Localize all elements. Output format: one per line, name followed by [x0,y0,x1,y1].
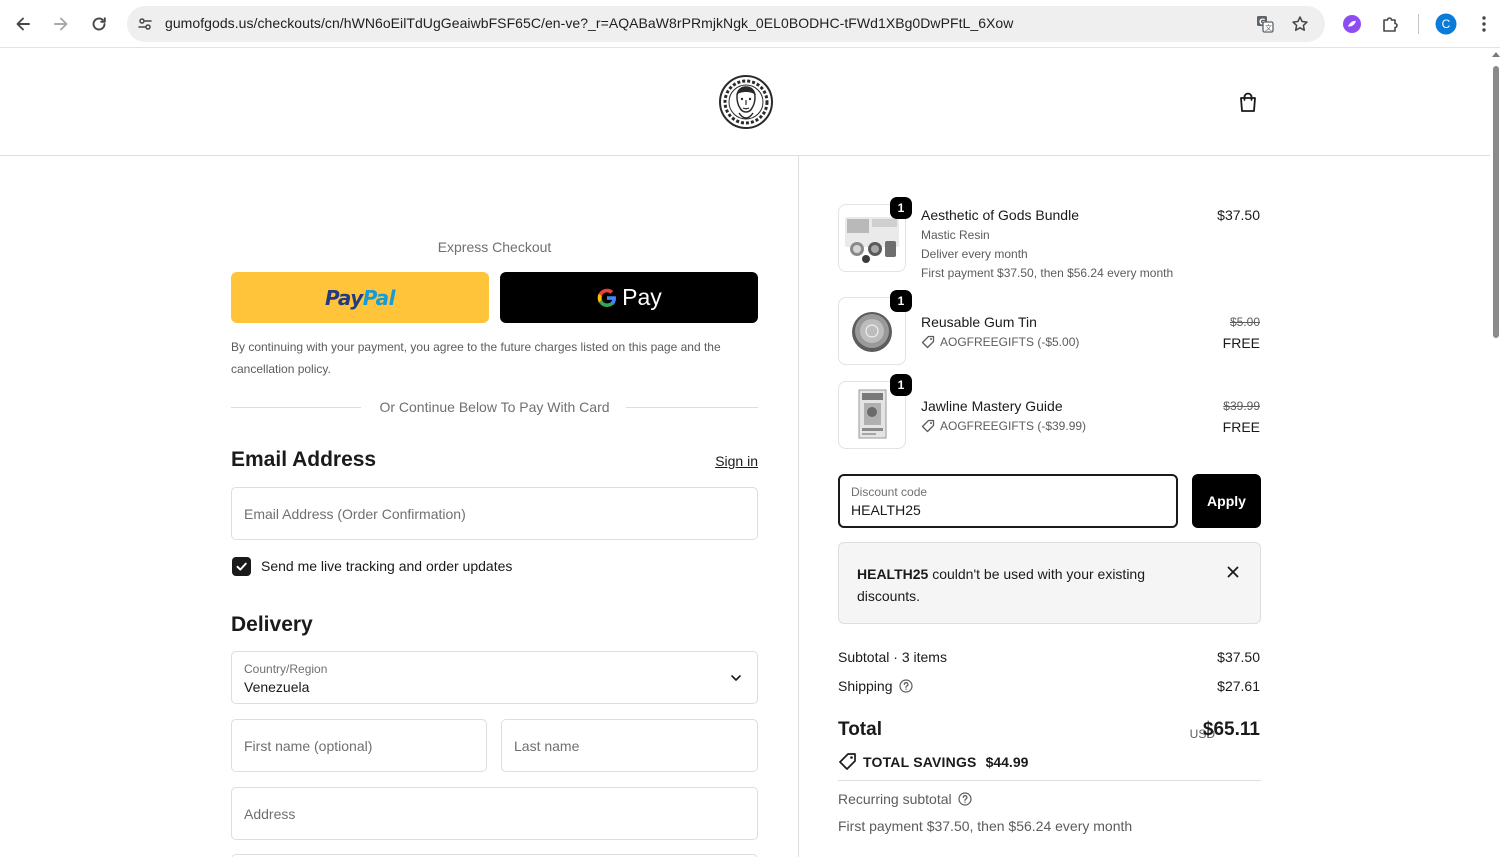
apply-discount-button[interactable]: Apply [1192,474,1261,528]
shipping-value: $27.61 [1217,678,1260,694]
address-field-wrapper [231,787,758,840]
puzzle-icon[interactable] [1378,12,1402,36]
divider-text: Or Continue Below To Pay With Card [379,399,610,415]
item-discount-code: AOGFREEGIFTS (-$39.99) [940,419,1087,433]
recurring-subtotal-note: First payment $37.50, then $56.24 every … [838,818,1133,834]
shop-header [0,48,1490,156]
tag-icon [921,419,935,433]
reload-icon[interactable] [87,12,111,36]
express-checkout-title: Express Checkout [437,239,552,255]
email-section-heading: Email Address [231,448,377,471]
tracking-updates-checkbox[interactable] [232,557,251,576]
toolbar-separator [1418,14,1419,34]
translate-icon[interactable]: G文 [1253,12,1277,36]
bookmark-star-icon[interactable] [1288,12,1312,36]
back-arrow-icon[interactable] [11,12,35,36]
item-variant: Mastic Resin [921,228,990,242]
item-price: FREE [1222,419,1260,435]
tag-icon [839,753,856,770]
first-name-field-wrapper [231,719,487,772]
last-name-field-wrapper [501,719,758,772]
quantity-badge: 1 [890,374,912,396]
sign-in-link[interactable]: Sign in [690,453,758,469]
discount-code-field[interactable]: Discount code HEALTH25 [838,474,1178,528]
discount-error-banner: HEALTH25 couldn't be used with your exis… [838,542,1261,624]
total-savings-label: TOTAL SAVINGS [863,753,977,770]
subtotal-value: $37.50 [1217,649,1260,665]
email-field[interactable] [232,488,757,539]
quantity-badge: 1 [890,197,912,219]
recurring-subtotal-label: Recurring subtotal [838,791,952,807]
item-title: Aesthetic of Gods Bundle [921,207,1079,223]
summary-divider [838,780,1261,781]
payment-divider: Or Continue Below To Pay With Card [231,397,758,417]
url-text[interactable]: gumofgods.us/checkouts/cn/hWN6oEilTdUgGe… [165,15,1013,31]
country-label: Country/Region [244,662,328,676]
item-thumbnail-guide: 1 [838,374,912,449]
google-g-icon [597,288,617,307]
item-price: $37.50 [1217,207,1260,223]
checkmark-icon [236,562,247,571]
site-info-icon[interactable] [133,12,157,36]
discount-code-value: HEALTH25 [851,502,921,518]
item-thumbnail-gum-tin: 1 [838,290,912,365]
last-name-field[interactable] [502,720,757,771]
first-name-field[interactable] [232,720,486,771]
close-icon[interactable] [1224,563,1242,581]
payment-consent-text: By continuing with your payment, you agr… [231,340,721,376]
help-circle-icon[interactable] [898,679,913,693]
chevron-down-icon [731,675,741,681]
item-discount: AOGFREEGIFTS (-$5.00) [921,335,1079,349]
browser-toolbar: gumofgods.us/checkouts/cn/hWN6oEilTdUgGe… [0,0,1500,48]
item-billing-note: First payment $37.50, then $56.24 every … [921,266,1174,280]
tag-icon [921,335,935,349]
total-value: $65.11 [1202,719,1260,740]
google-pay-button[interactable]: Pay [500,272,758,323]
discount-error-message: HEALTH25 couldn't be used with your exis… [857,566,1145,604]
profile-avatar[interactable]: C [1434,12,1458,36]
forward-arrow-icon[interactable] [49,12,73,36]
address-bar[interactable]: gumofgods.us/checkouts/cn/hWN6oEilTdUgGe… [127,6,1325,42]
paypal-logo: PayPal [324,285,396,310]
item-title: Jawline Mastery Guide [921,398,1063,414]
total-savings-value: $44.99 [985,753,1029,770]
subtotal-label: Subtotal · 3 items [838,649,947,665]
help-circle-icon[interactable] [958,792,972,806]
country-select[interactable]: Country/Region Venezuela [231,651,758,704]
more-menu-icon[interactable] [1472,12,1496,36]
shopping-bag-icon[interactable] [1236,90,1260,114]
google-pay-label: Pay [622,284,662,310]
brand-logo[interactable] [719,75,773,129]
tracking-updates-label: Send me live tracking and order updates [261,558,513,574]
total-label: Total [838,719,882,740]
address-field[interactable] [232,788,757,839]
item-price: FREE [1222,335,1260,351]
item-frequency: Deliver every month [921,247,1028,261]
profile-initial: C [1441,17,1451,31]
scroll-thumb[interactable] [1493,66,1499,338]
recurring-subtotal-row: Recurring subtotal [838,791,972,807]
shipping-label: Shipping [838,678,893,694]
delivery-section-heading: Delivery [231,613,313,636]
item-original-price: $39.99 [1223,399,1260,413]
item-original-price: $5.00 [1229,315,1260,329]
item-title: Reusable Gum Tin [921,314,1037,330]
email-field-wrapper [231,487,758,540]
country-value: Venezuela [244,679,310,695]
paypal-button[interactable]: PayPal [231,272,489,323]
quantity-badge: 1 [890,290,912,312]
item-discount: AOGFREEGIFTS (-$39.99) [921,419,1086,433]
item-thumbnail-bundle: 1 [838,197,912,272]
discount-code-label: Discount code [851,485,928,499]
item-discount-code: AOGFREEGIFTS (-$5.00) [940,335,1080,349]
extension-icon[interactable] [1340,12,1364,36]
shipping-row: Shipping [838,678,913,694]
scroll-up-arrow[interactable] [1492,52,1500,57]
svg-text:文: 文 [1265,23,1272,32]
total-savings-row: TOTAL SAVINGS $44.99 [838,752,1028,771]
